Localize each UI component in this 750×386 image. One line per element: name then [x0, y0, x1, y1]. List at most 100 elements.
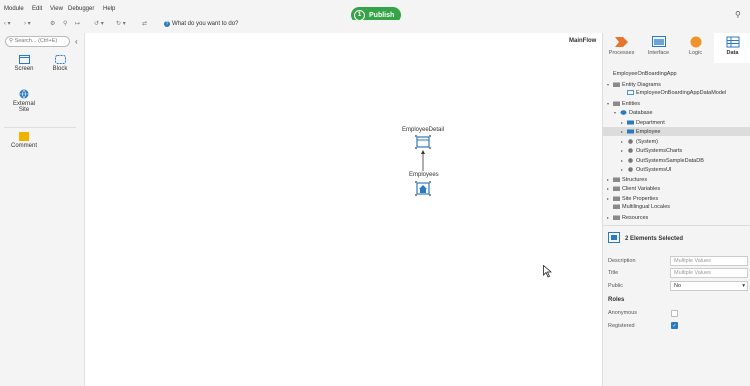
menu-help[interactable]: Help [103, 6, 115, 12]
search-icon[interactable]: ⚲ [735, 10, 741, 19]
menu-edit[interactable]: Edit [32, 6, 42, 12]
toolbox-panel: ⚲ Search... (Ctrl+E) ‹ Screen Block Exte… [0, 33, 85, 386]
tree-item-label: (System) [636, 138, 658, 145]
toolbox-search-input[interactable]: ⚲ Search... (Ctrl+E) [5, 36, 70, 47]
tool-comment[interactable]: Comment [9, 132, 39, 149]
compare-icon[interactable]: ⇄ [142, 20, 147, 27]
tree-item-label: Database [629, 110, 653, 116]
tree-item-label: Resources [622, 214, 649, 221]
role-label-anonymous: Anonymous [608, 310, 638, 316]
tool-label: Screen [14, 66, 34, 72]
title-field[interactable]: Multiple Values [670, 268, 748, 278]
tree-item[interactable]: ▸ Structures [603, 175, 750, 184]
properties-divider [603, 225, 750, 226]
tree-item[interactable]: ▸ Resources [603, 213, 750, 222]
tree-item[interactable]: ▾ Entity Diagrams [603, 80, 750, 89]
folder-icon [613, 196, 622, 202]
interface-icon [651, 36, 666, 47]
tree-item[interactable]: ▸ Department [603, 118, 750, 127]
entity-icon [627, 129, 636, 135]
toolbox-search-placeholder: Search... (Ctrl+E) [14, 38, 58, 44]
tab-label: Interface [647, 50, 670, 56]
folder-icon [613, 215, 622, 221]
toolbar: ‹ ▾ › ▾ ⚙ ⚲ ↦ ↺ ▾ ↻ ▾ ⇄ ? What do you wan… [0, 20, 750, 33]
module-icon [627, 138, 636, 145]
menu-view[interactable]: View [50, 6, 63, 12]
tree-item-label: Site Properties [622, 195, 659, 202]
ask-prompt: What do you want to do? [172, 21, 239, 27]
multi-entity-icon [608, 232, 620, 243]
tree-item[interactable]: EmployeeOnBoardingApp [603, 70, 750, 79]
tool-block[interactable]: Block [45, 55, 75, 72]
tab-interface[interactable]: Interface [640, 33, 677, 63]
mouse-cursor-icon [543, 265, 552, 278]
tree-item[interactable]: ▸ OutSystemsSampleDataDB [603, 156, 750, 165]
tree-item-label: Department [636, 119, 665, 126]
globe-icon [19, 89, 29, 99]
tree-item[interactable]: ▾ Database [603, 108, 750, 117]
tool-label: Block [52, 66, 68, 72]
tab-logic[interactable]: Logic [677, 33, 714, 63]
gear-icon[interactable]: ⚙ [50, 20, 55, 27]
comment-icon [19, 132, 29, 141]
tree-item-label: EmployeeOnBoardingApp [613, 71, 677, 77]
undo-icon[interactable]: ↺ ▾ [94, 20, 104, 27]
tree-item-label: EmployeeOnBoardingAppDataModel [636, 90, 727, 96]
tree-item[interactable]: ▸ OutSystemsCharts [603, 146, 750, 155]
tree-item-label: OutSystemsSampleDataDB [636, 157, 704, 164]
flow-diagram [415, 135, 431, 196]
debug-icon[interactable]: ↦ [75, 20, 80, 27]
screen-node-icon[interactable] [415, 135, 431, 149]
public-select[interactable]: No ▾ [670, 281, 748, 291]
collapse-icon[interactable]: ‹ [75, 37, 78, 46]
folder-icon [613, 82, 622, 88]
tree-item-label: Multilingual Locales [622, 204, 670, 210]
entity-icon [627, 120, 636, 126]
tree-item-label: OutSystemsUI [636, 167, 672, 173]
menu-debugger[interactable]: Debugger [68, 6, 94, 12]
anonymous-checkbox[interactable] [671, 310, 678, 317]
flow-canvas[interactable]: MainFlow EmployeeDetail Employees [86, 33, 602, 386]
data-icon [726, 36, 739, 48]
tree-item-label: OutSystemsCharts [636, 148, 683, 154]
module-icon [627, 148, 636, 154]
tree-item[interactable]: Multilingual Locales [603, 203, 750, 212]
tree-item[interactable]: ▸ Employee [603, 127, 750, 136]
tree-item[interactable]: ▸ Client Variables [603, 184, 750, 193]
flow-arrow [421, 150, 425, 171]
tool-screen[interactable]: Screen [9, 55, 39, 72]
tab-label: Processes [608, 50, 635, 56]
home-screen-node-icon[interactable] [415, 181, 431, 196]
back-icon[interactable]: ‹ ▾ [4, 20, 11, 27]
diagram-icon [627, 90, 636, 96]
chevron-down-icon: ▾ [742, 283, 745, 289]
tree-item[interactable]: ▸ OutSystemsUI [603, 165, 750, 174]
tab-processes[interactable]: Processes [603, 33, 640, 63]
forward-icon[interactable]: › ▾ [24, 20, 31, 27]
registered-checkbox[interactable]: ✓ [671, 322, 678, 329]
tree-item[interactable]: ▸ Site Properties [603, 194, 750, 203]
folder-icon [613, 186, 622, 192]
tab-data[interactable]: Data [714, 33, 750, 63]
menu-module[interactable]: Module [4, 6, 24, 12]
prop-label-public: Public [608, 283, 623, 289]
tree-item[interactable]: EmployeeOnBoardingAppDataModel [603, 89, 750, 98]
tree-item-label: Entity Diagrams [622, 81, 661, 88]
logic-icon [690, 36, 701, 48]
tree-item-label: Entities [622, 100, 641, 107]
module-icon [627, 157, 636, 164]
module-icon [627, 167, 636, 173]
tool-external-site[interactable]: External Site [8, 89, 40, 113]
tree-item[interactable]: ▸ (System) [603, 137, 750, 146]
description-field[interactable]: Multiple Values [670, 256, 748, 266]
tab-label: Logic [688, 50, 703, 56]
pin-icon[interactable]: ⚲ [63, 20, 67, 27]
tree-item[interactable]: ▾ Entities [603, 99, 750, 108]
help-icon: ? [164, 21, 170, 27]
redo-icon[interactable]: ↻ ▾ [116, 20, 126, 27]
folder-icon [613, 204, 622, 210]
screen-icon [18, 55, 30, 64]
ask-input[interactable]: ? What do you want to do? [164, 21, 238, 27]
tool-label: Comment [10, 143, 37, 149]
tree-item-label: Employee [636, 129, 661, 135]
